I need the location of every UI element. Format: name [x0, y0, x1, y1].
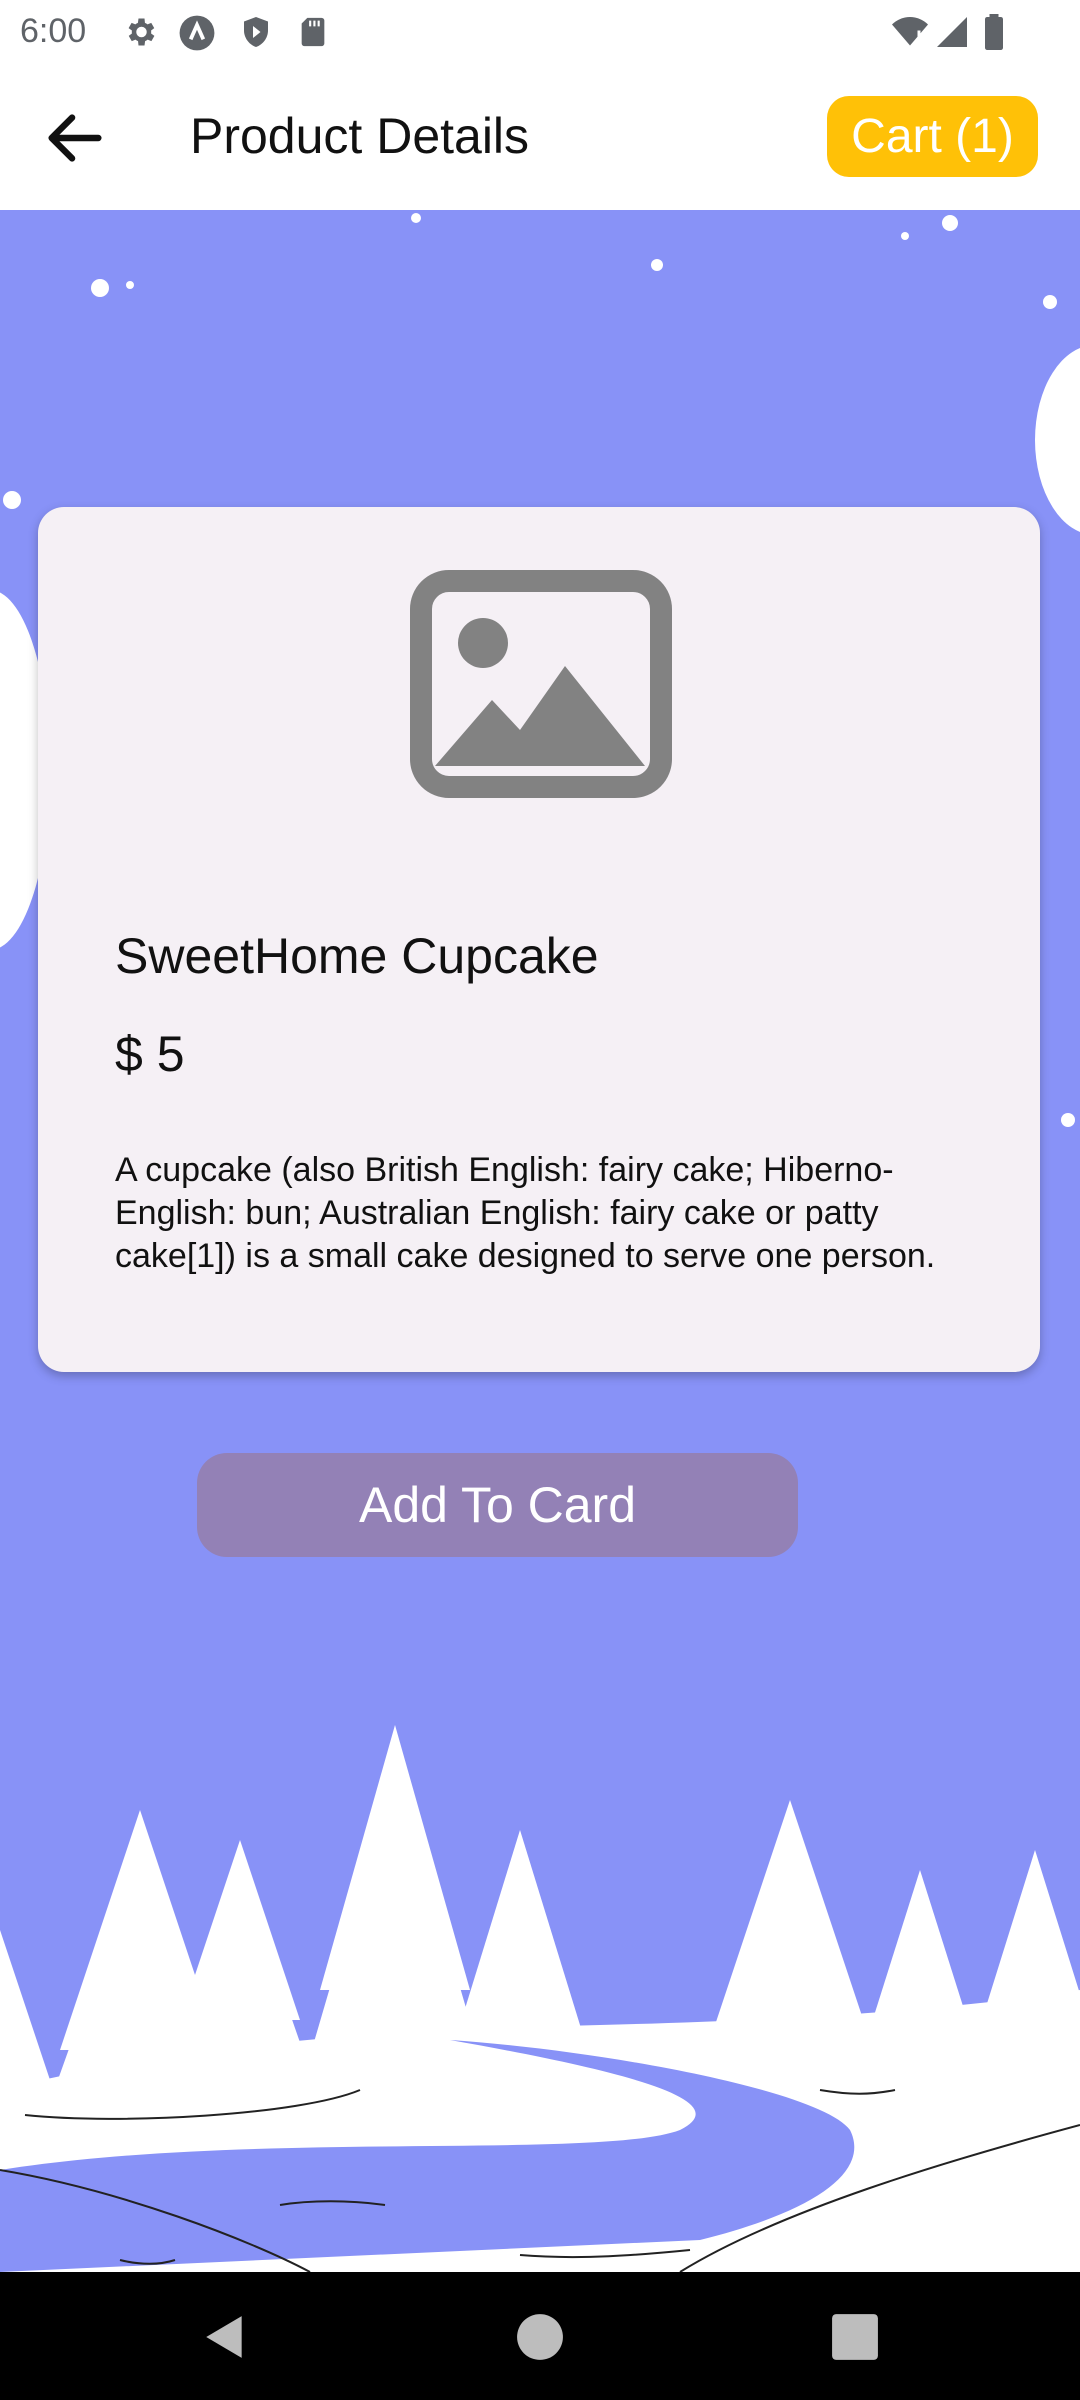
- app-bar: Product Details Cart (1): [0, 63, 1080, 212]
- product-price: $ 5: [115, 1026, 185, 1082]
- system-nav-bar: [0, 2272, 1080, 2400]
- recents-square-icon[interactable]: [830, 2312, 880, 2362]
- status-time: 6:00: [20, 12, 87, 50]
- page-title: Product Details: [190, 108, 530, 164]
- product-description: A cupcake (also British English: fairy c…: [115, 1151, 936, 1275]
- add-to-cart-button[interactable]: Add To Card: [197, 1453, 798, 1557]
- status-bar: 6:00: [0, 0, 1080, 63]
- signal-icon: [934, 14, 970, 55]
- a-badge-icon: [178, 14, 216, 57]
- home-circle-icon[interactable]: [515, 2312, 565, 2362]
- product-name: SweetHome Cupcake: [115, 928, 599, 984]
- shield-play-icon: [238, 14, 274, 55]
- image-placeholder-icon: [410, 570, 672, 798]
- settings-icon: [122, 14, 158, 55]
- product-card: SweetHome Cupcake $ 5 A cupcake (also Br…: [38, 507, 1040, 1372]
- wifi-icon: [890, 14, 930, 55]
- battery-icon: [982, 14, 1006, 55]
- winter-background: SweetHome Cupcake $ 5 A cupcake (also Br…: [0, 210, 1080, 2272]
- back-triangle-icon[interactable]: [200, 2312, 250, 2362]
- cart-button[interactable]: Cart (1): [827, 96, 1038, 177]
- sd-card-icon: [296, 14, 330, 55]
- arrow-back-icon: [48, 114, 102, 162]
- back-button[interactable]: [40, 103, 110, 173]
